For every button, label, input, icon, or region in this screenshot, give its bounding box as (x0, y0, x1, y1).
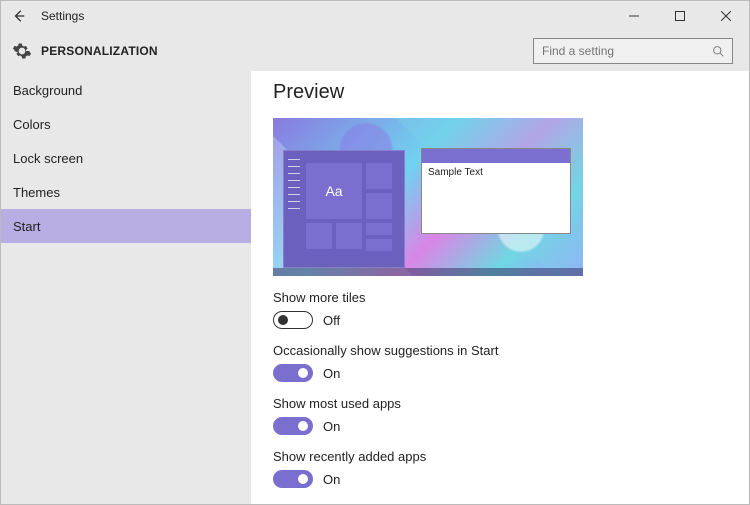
toggle-knob (298, 368, 308, 378)
preview-tile-large: Aa (306, 163, 362, 219)
sidebar: BackgroundColorsLock screenThemesStart (1, 71, 251, 504)
close-icon (721, 11, 731, 21)
preview-tiles: Aa (306, 157, 398, 261)
content-pane: Preview Aa Sample Text (251, 71, 749, 504)
sidebar-item-themes[interactable]: Themes (1, 175, 251, 209)
toggle-switch[interactable] (273, 311, 313, 329)
setting-group: Occasionally show suggestions in Start On (273, 343, 727, 382)
toggle-knob (278, 315, 288, 325)
preview-window-text: Sample Text (422, 163, 570, 182)
setting-label: Show recently added apps (273, 449, 727, 464)
window-controls (611, 1, 749, 31)
body: BackgroundColorsLock screenThemesStart P… (1, 71, 749, 504)
settings-list: Show more tiles Off Occasionally show sugg… (273, 290, 727, 504)
toggle-state-label: Off (323, 313, 340, 328)
maximize-icon (675, 11, 685, 21)
preview-tile (366, 239, 392, 251)
preview-sample-window: Sample Text (421, 148, 571, 234)
header-left: PERSONALIZATION (11, 40, 158, 62)
setting-group: Show most used apps On (273, 396, 727, 435)
toggle-state-label: On (323, 472, 340, 487)
search-box[interactable] (533, 38, 733, 64)
preview-start-menu: Aa (283, 150, 405, 268)
toggle-row: On (273, 470, 727, 488)
window-title: Settings (37, 9, 84, 23)
preview-taskbar (273, 268, 583, 276)
header: PERSONALIZATION (1, 31, 749, 71)
setting-group: Show recently added apps On (273, 449, 727, 488)
sidebar-item-start[interactable]: Start (1, 209, 251, 243)
preview-tile (366, 193, 392, 219)
preview-tile (366, 163, 392, 189)
page-title: PERSONALIZATION (41, 44, 158, 58)
setting-group: Use Start full screenOff (273, 502, 727, 504)
toggle-switch[interactable] (273, 470, 313, 488)
back-button[interactable] (1, 1, 37, 31)
preview-heading: Preview (273, 81, 727, 104)
sidebar-item-colors[interactable]: Colors (1, 107, 251, 141)
minimize-icon (629, 11, 639, 21)
toggle-knob (298, 474, 308, 484)
toggle-knob (298, 421, 308, 431)
sidebar-item-background[interactable]: Background (1, 73, 251, 107)
preview-tile (366, 223, 392, 235)
setting-label: Use Start full screen (273, 502, 727, 504)
setting-label: Show more tiles (273, 290, 727, 305)
back-arrow-icon (12, 9, 26, 23)
search-icon (710, 45, 726, 58)
toggle-row: On (273, 417, 727, 435)
setting-label: Show most used apps (273, 396, 727, 411)
setting-label: Occasionally show suggestions in Start (273, 343, 727, 358)
preview-tile (336, 223, 362, 249)
minimize-button[interactable] (611, 1, 657, 31)
toggle-state-label: On (323, 419, 340, 434)
preview-start-list (288, 159, 300, 259)
preview-tile (306, 223, 332, 249)
close-button[interactable] (703, 1, 749, 31)
toggle-row: Off (273, 311, 727, 329)
preview-window-titlebar (422, 149, 570, 163)
toggle-switch[interactable] (273, 417, 313, 435)
gear-icon (11, 40, 33, 62)
toggle-state-label: On (323, 366, 340, 381)
maximize-button[interactable] (657, 1, 703, 31)
sidebar-item-lock-screen[interactable]: Lock screen (1, 141, 251, 175)
toggle-switch[interactable] (273, 364, 313, 382)
titlebar: Settings (1, 1, 749, 31)
toggle-row: On (273, 364, 727, 382)
preview-thumbnail: Aa Sample Text (273, 118, 583, 276)
search-input[interactable] (542, 44, 710, 58)
setting-group: Show more tiles Off (273, 290, 727, 329)
